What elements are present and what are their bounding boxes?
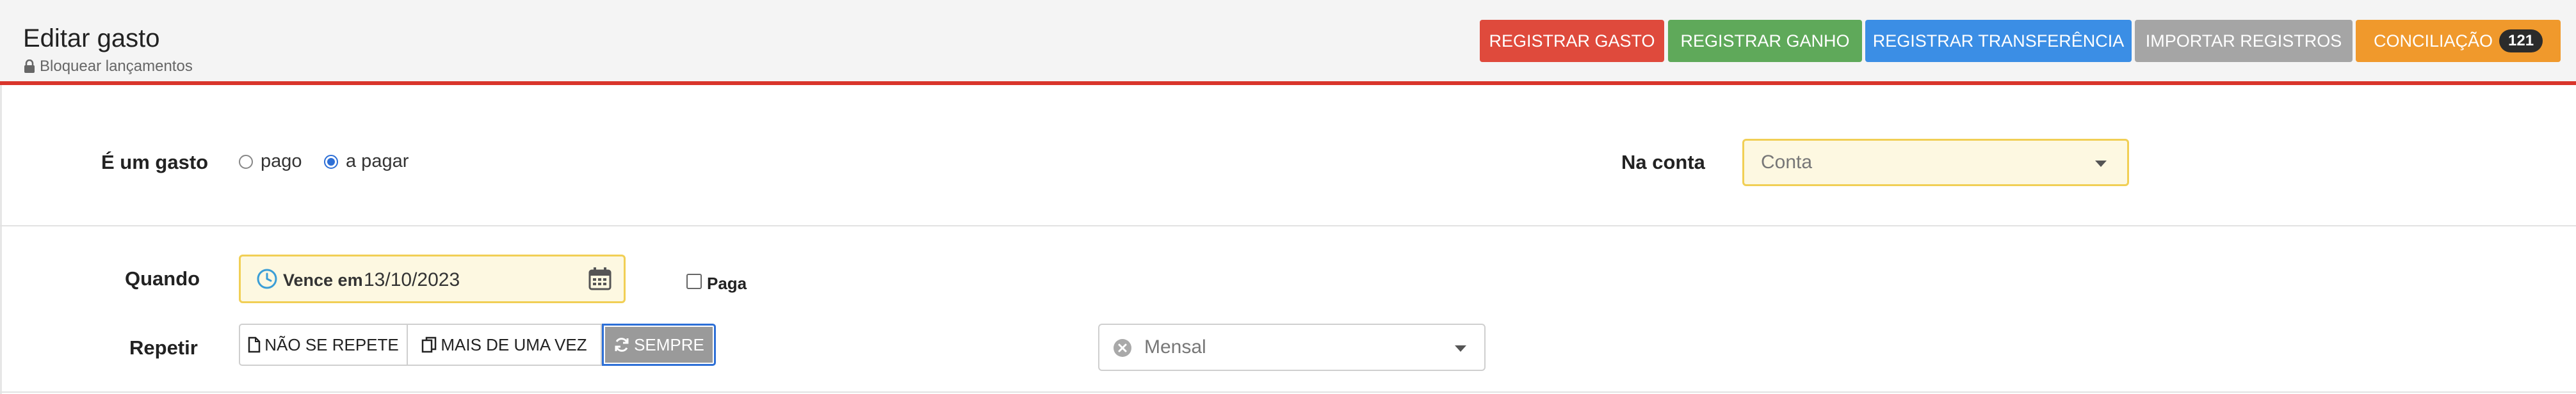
clock-icon [257,269,277,289]
due-date-field[interactable]: Vence em 13/10/2023 [239,255,626,303]
conta-label: Na conta [1621,151,1705,173]
nao-se-repete-button[interactable]: NÃO SE REPETE [239,324,408,366]
row-divider [0,225,2576,226]
conciliacao-count-badge: 121 [2499,29,2543,52]
registrar-gasto-button[interactable]: REGISTRAR GASTO [1480,20,1664,62]
radio-a-pagar-circle[interactable] [324,154,338,169]
radio-a-pagar-label: a pagar [346,151,409,171]
conciliacao-button[interactable]: CONCILIAÇÃO 121 [2356,20,2561,62]
radio-pago-circle[interactable] [239,154,253,169]
due-date-prefix: Vence em [283,271,363,290]
frequency-value: Mensal [1144,336,1206,358]
refresh-icon [615,338,629,352]
page-header: Editar gasto Bloquear lançamentos REGIST… [0,0,2576,85]
frequency-select[interactable]: Mensal [1098,324,1486,371]
clear-icon[interactable] [1112,338,1133,358]
copy-icon [422,336,437,353]
chevron-down-icon [1455,345,1466,352]
conciliacao-label: CONCILIAÇÃO [2373,31,2493,51]
calendar-icon[interactable] [588,267,612,291]
page-title: Editar gasto [23,24,160,52]
paga-label: Paga [707,274,747,293]
nao-se-repete-label: NÃO SE REPETE [264,335,399,354]
registrar-transferencia-button[interactable]: REGISTRAR TRANSFERÊNCIA [1865,20,2132,62]
lock-label: Bloquear lançamentos [40,58,193,75]
row-divider-bottom [0,391,2576,393]
conta-placeholder: Conta [1761,152,1813,173]
paga-checkbox[interactable] [686,273,702,289]
due-date-value[interactable]: 13/10/2023 [364,269,460,291]
repetir-label: Repetir [129,336,198,359]
lock-toggle[interactable]: Bloquear lançamentos [23,58,193,75]
conta-select[interactable]: Conta [1742,139,2129,186]
chevron-down-icon [2095,161,2107,167]
tipo-label: É um gasto [101,151,209,173]
mais-de-uma-vez-label: MAIS DE UMA VEZ [441,335,587,354]
registrar-ganho-button[interactable]: REGISTRAR GANHO [1668,20,1862,62]
radio-pago-label: pago [261,151,302,171]
quando-label: Quando [125,267,200,290]
form-left-border [0,85,2,394]
radio-pago[interactable]: pago [239,151,302,172]
sempre-label: SEMPRE [634,335,704,354]
sempre-button[interactable]: SEMPRE [602,324,716,366]
file-icon [248,336,261,353]
importar-registros-button[interactable]: IMPORTAR REGISTROS [2135,20,2353,62]
lock-icon [24,59,35,73]
radio-a-pagar[interactable]: a pagar [324,151,409,172]
mais-de-uma-vez-button[interactable]: MAIS DE UMA VEZ [408,324,602,366]
paga-checkbox-group[interactable]: Paga [686,269,747,294]
